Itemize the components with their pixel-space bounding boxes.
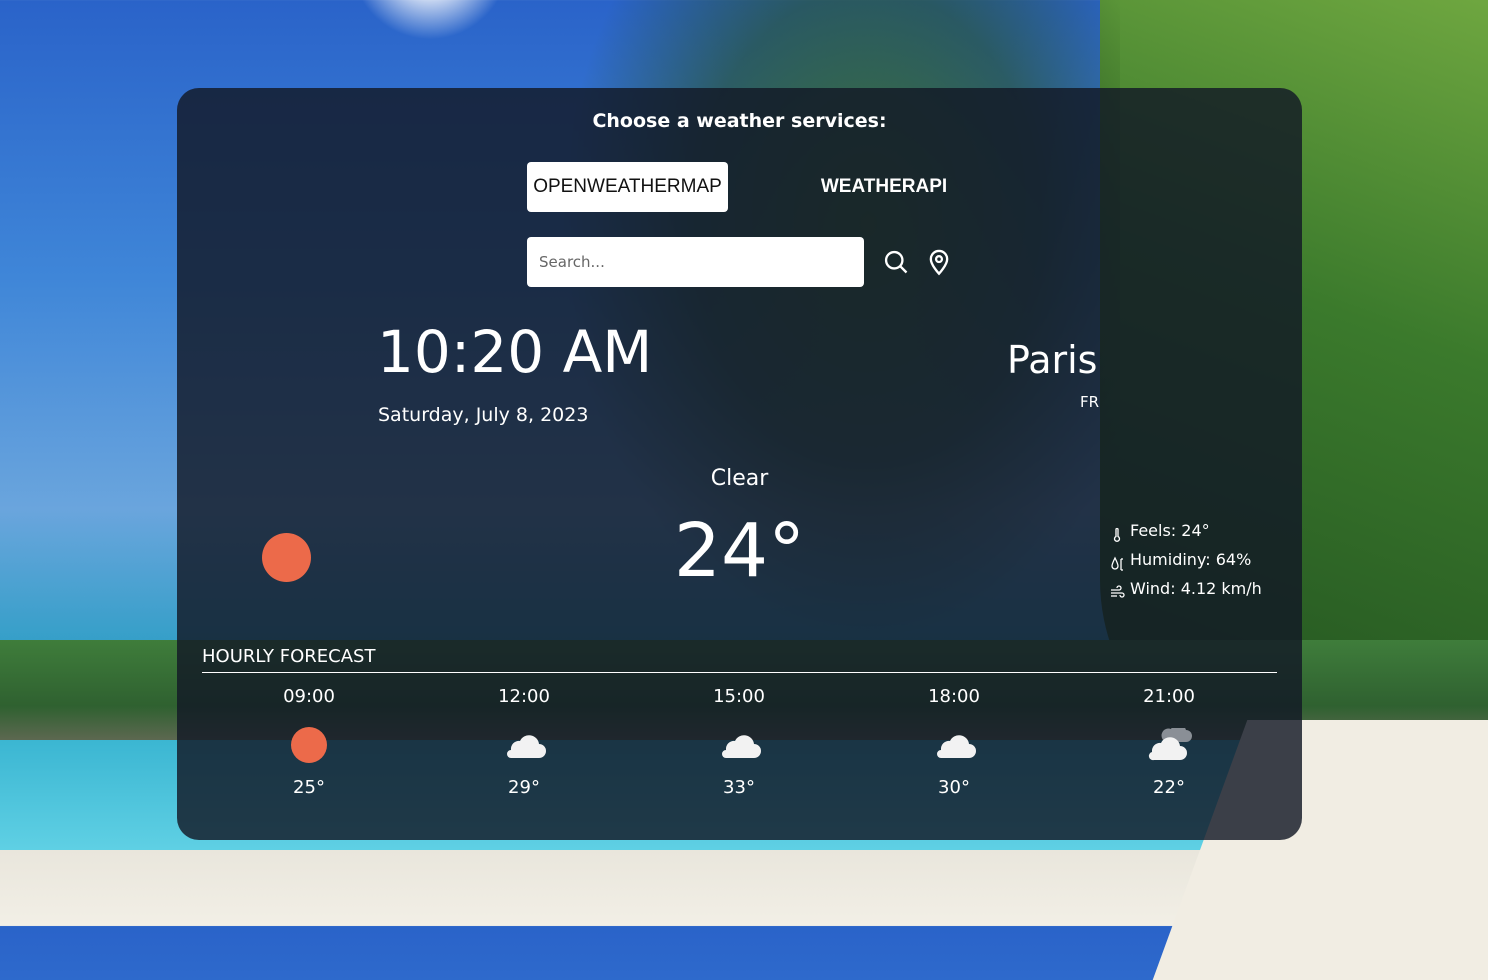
background-sun <box>350 0 510 40</box>
hourly-time: 18:00 <box>928 686 980 707</box>
hourly-temp: 33° <box>723 777 755 798</box>
wind-value: Wind: 4.12 km/h <box>1130 579 1262 598</box>
hourly-time: 15:00 <box>713 686 765 707</box>
hourly-temp: 25° <box>293 777 325 798</box>
wind-icon <box>1109 581 1125 598</box>
sun-icon <box>291 727 327 763</box>
current-date: Saturday, July 8, 2023 <box>378 404 589 426</box>
hourly-temp: 29° <box>508 777 540 798</box>
humidity-row: Humidiny: 64% <box>1109 545 1262 574</box>
city-name: Paris <box>1007 338 1098 382</box>
cloud-icon <box>501 727 547 763</box>
feels-row: Feels: 24° <box>1109 516 1262 545</box>
hourly-temp: 22° <box>1153 777 1185 798</box>
service-openweathermap-button[interactable]: OPENWEATHERMAP <box>527 162 728 212</box>
current-time: 10:20 AM <box>377 318 653 386</box>
services-title: Choose a weather services: <box>592 110 887 132</box>
weather-panel: Choose a weather services: OPENWEATHERMA… <box>177 88 1302 840</box>
hourly-time: 09:00 <box>283 686 335 707</box>
hourly-forecast-title: HOURLY FORECAST <box>202 646 376 667</box>
wind-row: Wind: 4.12 km/h <box>1109 574 1262 603</box>
search-input[interactable] <box>527 237 864 287</box>
humidity-value: Humidiny: 64% <box>1130 550 1252 569</box>
service-weatherapi-button[interactable]: WEATHERAPI <box>784 162 984 212</box>
hourly-item: 15:00 33° <box>679 686 799 798</box>
hourly-item: 12:00 29° <box>464 686 584 798</box>
droplet-icon <box>1109 552 1125 571</box>
hourly-item: 09:00 25° <box>249 686 369 798</box>
hourly-time: 12:00 <box>498 686 550 707</box>
country-code: FR <box>1080 393 1100 411</box>
hourly-divider <box>202 672 1277 673</box>
search-icon[interactable] <box>882 248 910 276</box>
hourly-temp: 30° <box>938 777 970 798</box>
feels-value: Feels: 24° <box>1130 521 1210 540</box>
weather-condition: Clear <box>710 466 769 491</box>
hourly-item: 21:00 22° <box>1109 686 1229 798</box>
cloud-icon <box>716 727 762 763</box>
hourly-time: 21:00 <box>1143 686 1195 707</box>
cloud-icon <box>931 727 977 763</box>
thermometer-icon <box>1109 523 1125 542</box>
weather-details: Feels: 24° Humidiny: 64% Wind: 4.12 km/h <box>1109 516 1262 603</box>
clouds-icon <box>1146 727 1192 763</box>
location-pin-icon[interactable] <box>925 248 953 276</box>
hourly-item: 18:00 30° <box>894 686 1014 798</box>
